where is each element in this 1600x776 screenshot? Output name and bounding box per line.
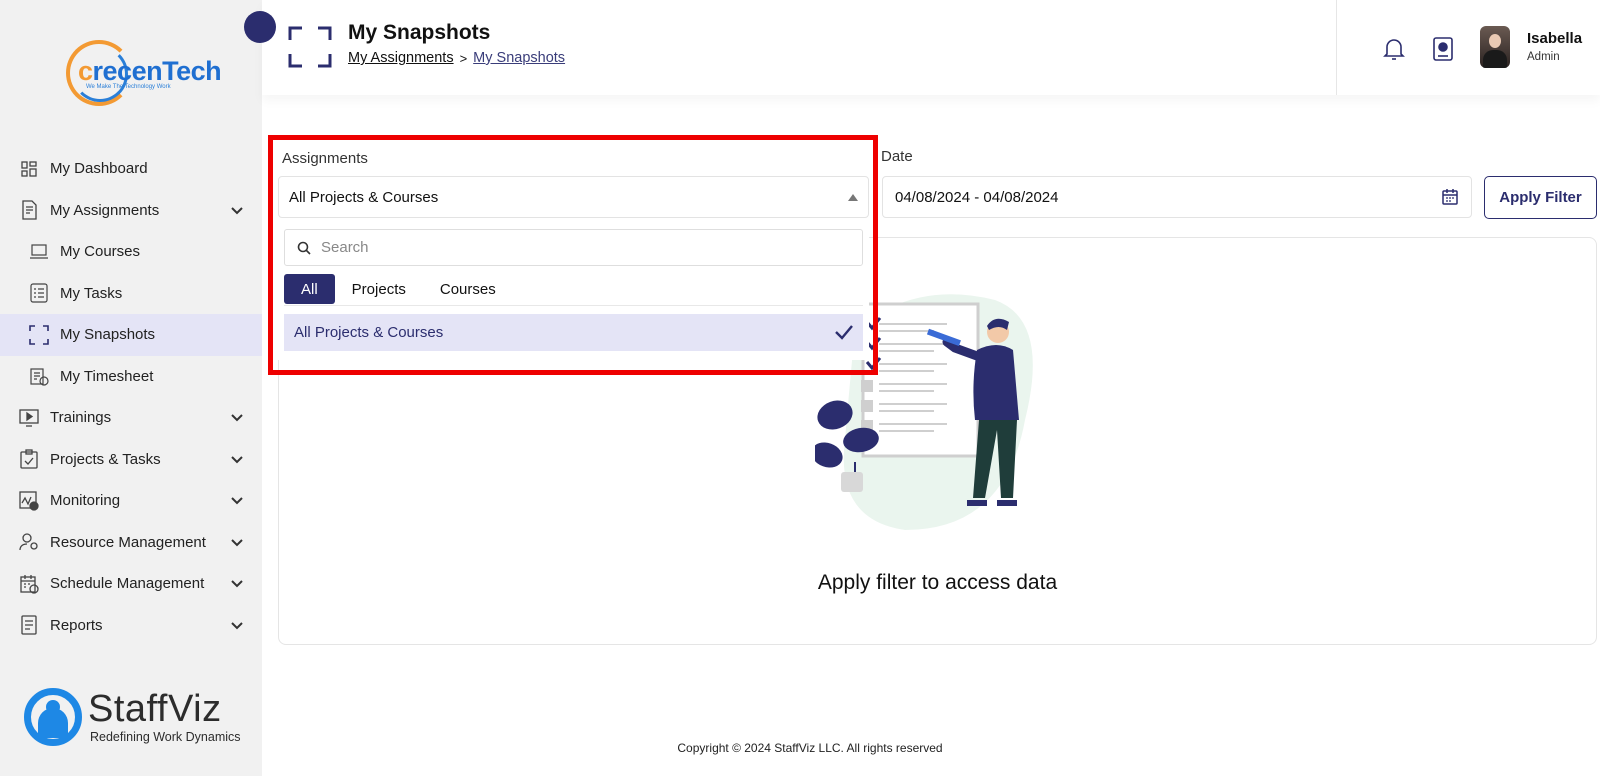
logo-name: StaffViz [88, 688, 222, 730]
sidebar-item-label: My Assignments [50, 201, 160, 219]
sidebar-item-label: Resource Management [50, 533, 206, 551]
sidebar-item-trainings[interactable]: Trainings [0, 397, 262, 439]
chevron-down-icon[interactable] [230, 410, 244, 424]
user-role: Admin [1527, 51, 1560, 63]
copyright-text: Copyright © 2024 StaffViz LLC. All right… [677, 741, 943, 755]
sidebar-item-schedule-management[interactable]: Schedule Management [0, 563, 262, 605]
avatar-body [1483, 50, 1507, 68]
highlight-box [268, 135, 878, 375]
sidebar-item-label: My Tasks [60, 284, 123, 302]
chevron-down-icon[interactable] [230, 452, 244, 466]
sidebar-item-my-timesheet[interactable]: My Timesheet [0, 356, 262, 398]
chevron-down-icon[interactable] [230, 576, 244, 590]
chevron-right-icon: > [459, 50, 468, 66]
date-label: Date [881, 148, 913, 165]
sidebar-item-resource-management[interactable]: Resource Management [0, 522, 262, 564]
apply-filter-button[interactable]: Apply Filter [1484, 176, 1597, 219]
sidebar-item-label: My Courses [60, 243, 141, 261]
empty-state-message: Apply filter to access data [817, 571, 1058, 594]
sidebar-item-label: My Snapshots [60, 326, 156, 344]
snapshots-icon [288, 26, 332, 68]
sidebar-item-dashboard[interactable]: My Dashboard [0, 148, 262, 190]
bell-icon[interactable] [1382, 36, 1406, 62]
logo-tagline: We Make The Technology Work [86, 84, 171, 90]
sidebar-nav: My Dashboard My Assignments My Courses M… [0, 148, 262, 646]
chevron-down-icon[interactable] [230, 535, 244, 549]
sidebar: crecenTech We Make The Technology Work M… [0, 0, 262, 776]
staffviz-logo[interactable]: StaffViz Redefining Work Dynamics [24, 686, 254, 748]
date-range-input[interactable]: 04/08/2024 - 04/08/2024 [882, 176, 1472, 218]
sidebar-item-reports[interactable]: Reports [0, 605, 262, 647]
chevron-down-icon[interactable] [230, 203, 244, 217]
sidebar-item-label: Trainings [50, 409, 112, 427]
monitoring-icon [18, 490, 40, 512]
tasks-icon [28, 282, 50, 304]
avatar[interactable] [1480, 26, 1510, 68]
avatar-face [1489, 34, 1501, 48]
header-divider [1336, 0, 1337, 95]
clipboard-icon [18, 448, 40, 470]
sidebar-item-projects-tasks[interactable]: Projects & Tasks [0, 439, 262, 481]
date-range-value: 04/08/2024 - 04/08/2024 [895, 188, 1059, 206]
sidebar-item-label: Reports [50, 616, 103, 634]
sidebar-item-label: Monitoring [50, 492, 121, 510]
sidebar-item-label: Schedule Management [50, 575, 205, 593]
calendar-icon[interactable] [1441, 188, 1459, 206]
recentech-logo[interactable]: crecenTech We Make The Technology Work [66, 38, 222, 110]
user-name[interactable]: Isabella [1527, 30, 1582, 47]
chevron-down-icon[interactable] [230, 618, 244, 632]
sidebar-item-label: Projects & Tasks [50, 450, 161, 468]
dashboard-icon [18, 158, 40, 180]
reports-icon [18, 614, 40, 636]
sidebar-toggle-button[interactable] [244, 11, 276, 43]
schedule-icon [18, 573, 40, 595]
assignments-icon [18, 199, 40, 221]
snapshots-icon [28, 324, 50, 346]
sidebar-item-label: My Timesheet [60, 367, 154, 385]
trainings-icon [18, 407, 40, 429]
sidebar-item-my-assignments[interactable]: My Assignments [0, 190, 262, 232]
chevron-down-icon[interactable] [230, 493, 244, 507]
page-title: My Snapshots [348, 21, 491, 44]
sidebar-item-my-snapshots[interactable]: My Snapshots [0, 314, 262, 356]
sidebar-item-my-tasks[interactable]: My Tasks [0, 273, 262, 315]
breadcrumb-parent-link[interactable]: My Assignments [348, 50, 454, 66]
sidebar-item-label: My Dashboard [50, 160, 148, 178]
courses-icon [28, 241, 50, 263]
logo-tagline: Redefining Work Dynamics [90, 730, 241, 744]
help-book-icon[interactable] [1431, 36, 1455, 62]
logo-body [38, 708, 68, 738]
logo-brand-text: crecenTech [78, 56, 222, 86]
top-header: My Snapshots My Assignments > My Snapsho… [262, 0, 1600, 95]
breadcrumb: My Assignments > My Snapshots [348, 50, 565, 66]
sidebar-item-my-courses[interactable]: My Courses [0, 231, 262, 273]
timesheet-icon [28, 365, 50, 387]
breadcrumb-current-link[interactable]: My Snapshots [473, 50, 565, 66]
resource-icon [18, 531, 40, 553]
sidebar-item-monitoring[interactable]: Monitoring [0, 480, 262, 522]
